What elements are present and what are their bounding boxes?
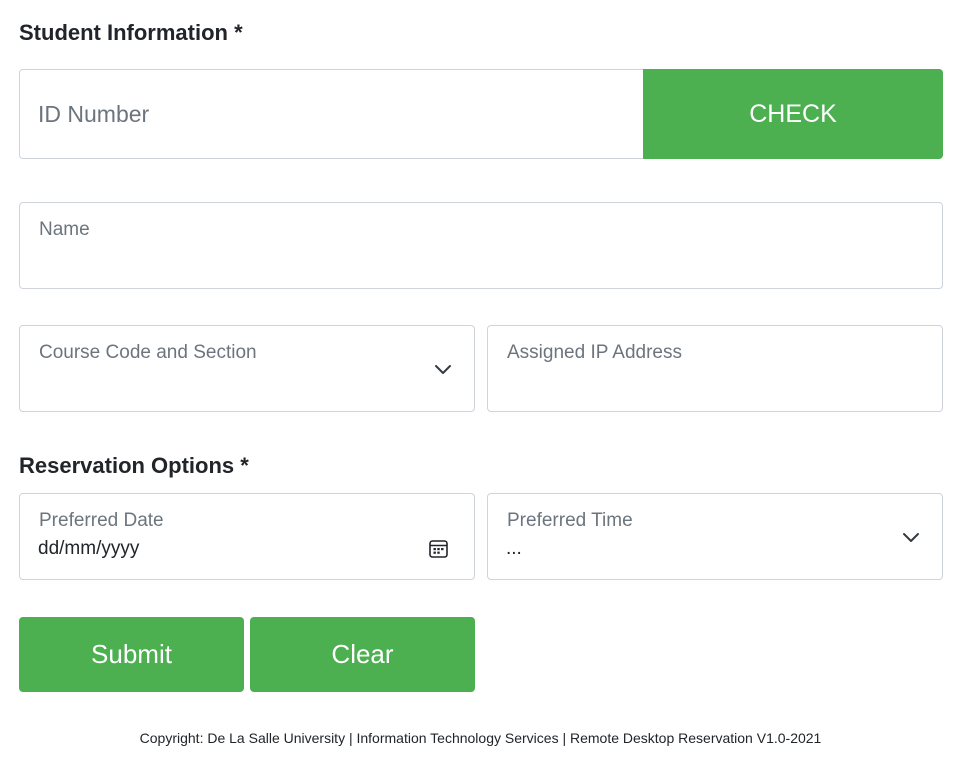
clear-button[interactable]: Clear <box>250 617 475 692</box>
preferred-time-select[interactable]: Preferred Time ... <box>487 493 943 580</box>
chevron-down-icon <box>435 365 451 374</box>
reservation-form-page: Student Information * CHECK Name Course … <box>0 0 961 761</box>
student-information-heading: Student Information * <box>19 20 243 45</box>
footer-copyright: Copyright: De La Salle University | Info… <box>139 730 822 746</box>
submit-button[interactable]: Submit <box>19 617 244 692</box>
ip-address-field[interactable]: Assigned IP Address <box>487 325 943 412</box>
preferred-time-value: ... <box>506 538 522 559</box>
chevron-down-icon <box>903 533 919 542</box>
preferred-date-field[interactable]: Preferred Date dd/mm/yyyy <box>19 493 475 580</box>
id-number-group: CHECK <box>19 69 943 159</box>
preferred-date-label: Preferred Date <box>39 510 164 531</box>
course-code-select[interactable]: Course Code and Section <box>19 325 475 412</box>
calendar-icon[interactable] <box>428 538 449 559</box>
preferred-time-label: Preferred Time <box>507 510 633 531</box>
id-number-input[interactable] <box>19 69 644 159</box>
reservation-options-heading: Reservation Options * <box>19 453 249 478</box>
preferred-date-value: dd/mm/yyyy <box>38 538 140 559</box>
ip-address-label: Assigned IP Address <box>507 342 682 363</box>
course-code-label: Course Code and Section <box>39 342 257 363</box>
name-label: Name <box>39 219 90 240</box>
name-field[interactable]: Name <box>19 202 943 289</box>
check-button[interactable]: CHECK <box>643 69 943 159</box>
